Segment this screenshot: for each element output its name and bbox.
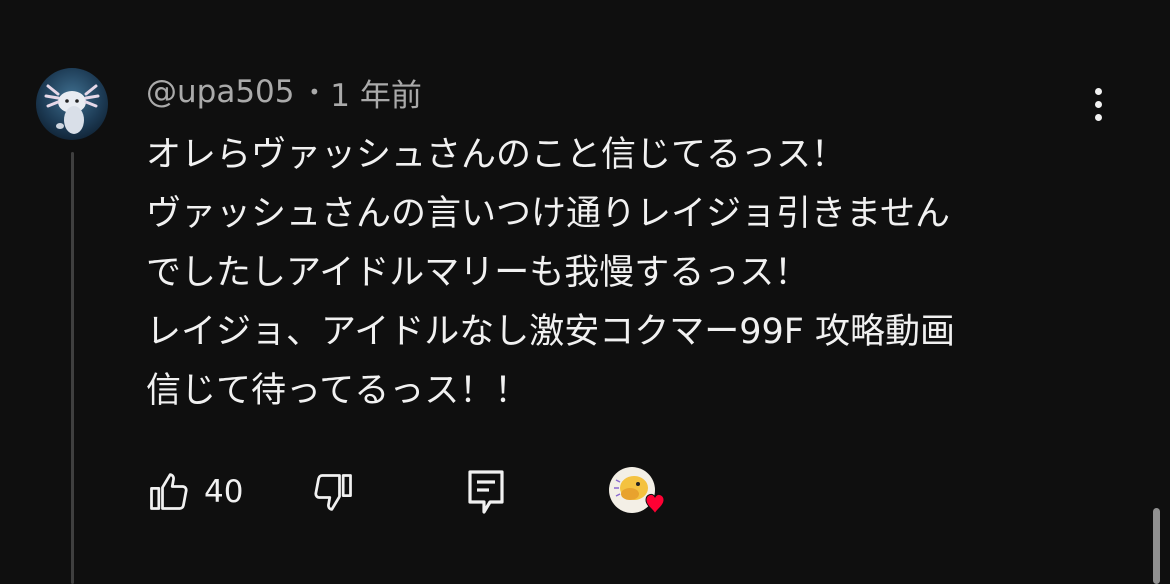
comment-header: @upa505 • 1 年前 [146, 70, 422, 115]
comment-line: 信じて待ってるっス！！ [146, 371, 530, 411]
author-name[interactable]: @upa505 [146, 74, 295, 110]
comment-action-menu-button[interactable] [1078, 84, 1118, 124]
dislike-button[interactable] [312, 470, 356, 514]
reply-comment-icon [468, 470, 504, 514]
creator-heart-badge [608, 466, 670, 524]
comment-line: ヴァッシュさんの言いつけ通りレイジョ引きません [146, 194, 950, 234]
thumbs-down-icon [314, 474, 352, 511]
scrollbar-thumb[interactable] [1153, 508, 1160, 584]
reply-button[interactable] [466, 468, 506, 516]
more-vertical-icon-dot [1094, 113, 1102, 121]
comment-line: オレらヴァッシュさんのこと信じてるっス！ [146, 135, 847, 175]
like-count: 40 [204, 474, 244, 510]
author-avatar[interactable] [36, 68, 108, 140]
comment-timestamp[interactable]: 1 年前 [330, 70, 422, 115]
comment-toolbar: 40 [0, 462, 1170, 522]
comment-text: オレらヴァッシュさんのこと信じてるっス！ ヴァッシュさんの言いつけ通りレイジョ引… [146, 126, 1106, 421]
header-separator: • [308, 80, 321, 104]
comment-line: でしたしアイドルマリーも我慢するっス！ [146, 253, 810, 293]
axolotl-avatar-image [36, 68, 108, 140]
comment-line: レイジョ、アイドルなし激安コクマー99F 攻略動画 [146, 312, 956, 352]
thumbs-up-icon [150, 473, 188, 510]
creator-heart-icon [609, 467, 665, 515]
like-button[interactable] [146, 470, 190, 514]
more-vertical-icon-dot [1094, 100, 1102, 108]
more-vertical-icon [1094, 87, 1102, 95]
